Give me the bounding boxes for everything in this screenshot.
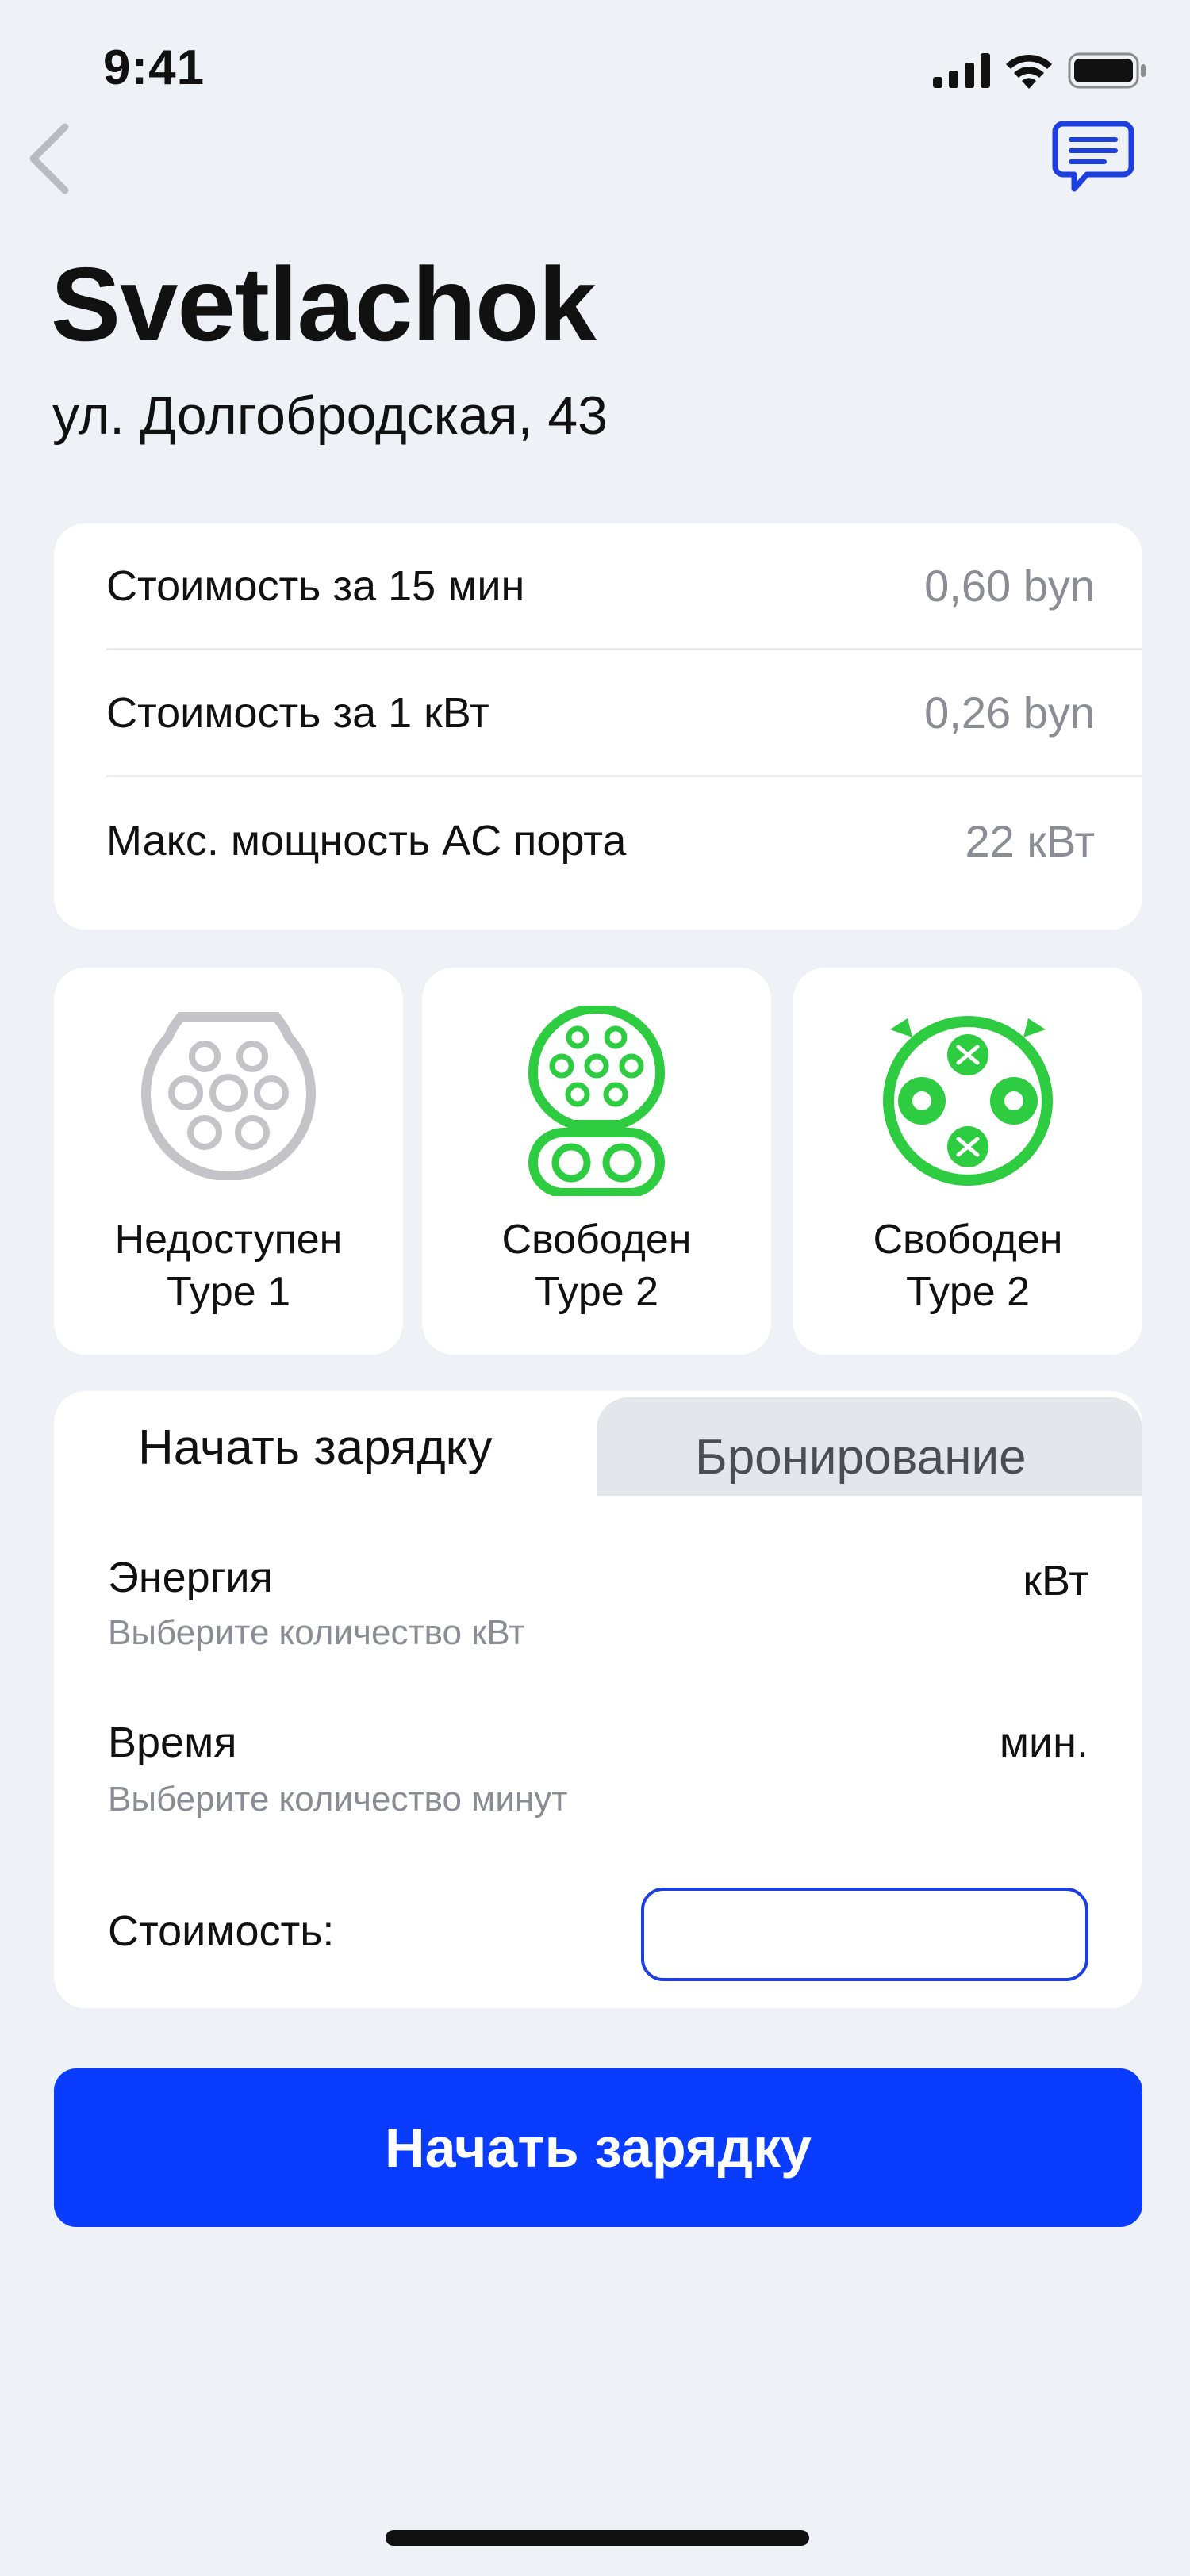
info-label: Макс. мощность AC порта (106, 817, 627, 864)
station-title: Svetlachok (51, 246, 597, 362)
battery-icon (1068, 52, 1146, 89)
info-value: 0,26 byn (924, 688, 1095, 738)
info-label: Стоимость за 15 мин (106, 562, 525, 610)
cellular-signal-icon (933, 53, 990, 88)
info-row-price-kwh: Стоимость за 1 кВт 0,26 byn (106, 650, 1142, 777)
connector-type: Type 2 (534, 1269, 659, 1315)
station-address: ул. Долгобродская, 43 (52, 385, 608, 446)
status-icons (933, 52, 1147, 89)
chademo-connector-icon (883, 1016, 1053, 1186)
start-charging-button[interactable]: Начать зарядку (54, 2068, 1142, 2227)
info-row-max-power: Макс. мощность AC порта 22 кВт (106, 777, 1142, 904)
connector-type: Type 2 (905, 1269, 1031, 1315)
tab-start-charging[interactable]: Начать зарядку (138, 1420, 493, 1476)
time-label: Время (108, 1719, 237, 1766)
info-label: Стоимость за 1 кВт (106, 688, 489, 737)
connector-status: Свободен (873, 1217, 1063, 1263)
connector-card-type2-ccs[interactable]: Свободен Type 2 (422, 968, 771, 1355)
chevron-left-icon (29, 123, 69, 194)
chat-icon (1052, 121, 1134, 192)
info-row-price-15min: Стоимость за 15 мин 0,60 byn (106, 523, 1142, 650)
energy-hint: Выберите количество кВт (108, 1613, 525, 1652)
tariff-card: Стоимость за 15 мин 0,60 byn Стоимость з… (54, 523, 1142, 930)
cost-label: Стоимость: (108, 1907, 335, 1955)
tab-corner (587, 1496, 1142, 1528)
home-indicator (386, 2530, 809, 2546)
time-hint: Выберите количество минут (108, 1780, 568, 1819)
type2-ccs-connector-icon (528, 1006, 666, 1196)
tab-booking-label: Бронирование (695, 1430, 1027, 1485)
cost-input[interactable] (641, 1888, 1088, 1981)
time-unit[interactable]: мин. (1000, 1718, 1088, 1767)
connector-type: Type 1 (166, 1269, 291, 1315)
connector-card-type1[interactable]: Недоступен Type 1 (54, 968, 403, 1355)
info-value: 22 кВт (965, 815, 1096, 866)
energy-unit[interactable]: кВт (1023, 1556, 1088, 1605)
wifi-icon (1006, 54, 1052, 89)
type1-connector-icon (141, 1012, 316, 1180)
connector-card-type2-chademo[interactable]: Свободен Type 2 (793, 968, 1142, 1355)
chat-button[interactable] (1052, 119, 1134, 195)
connector-status: Недоступен (114, 1217, 343, 1263)
connector-status: Свободен (501, 1217, 692, 1263)
tab-booking[interactable]: Бронирование (597, 1397, 1142, 1496)
info-value: 0,60 byn (924, 561, 1095, 611)
back-button[interactable] (21, 119, 76, 198)
status-time: 9:41 (103, 40, 205, 95)
energy-label: Энергия (108, 1554, 273, 1601)
